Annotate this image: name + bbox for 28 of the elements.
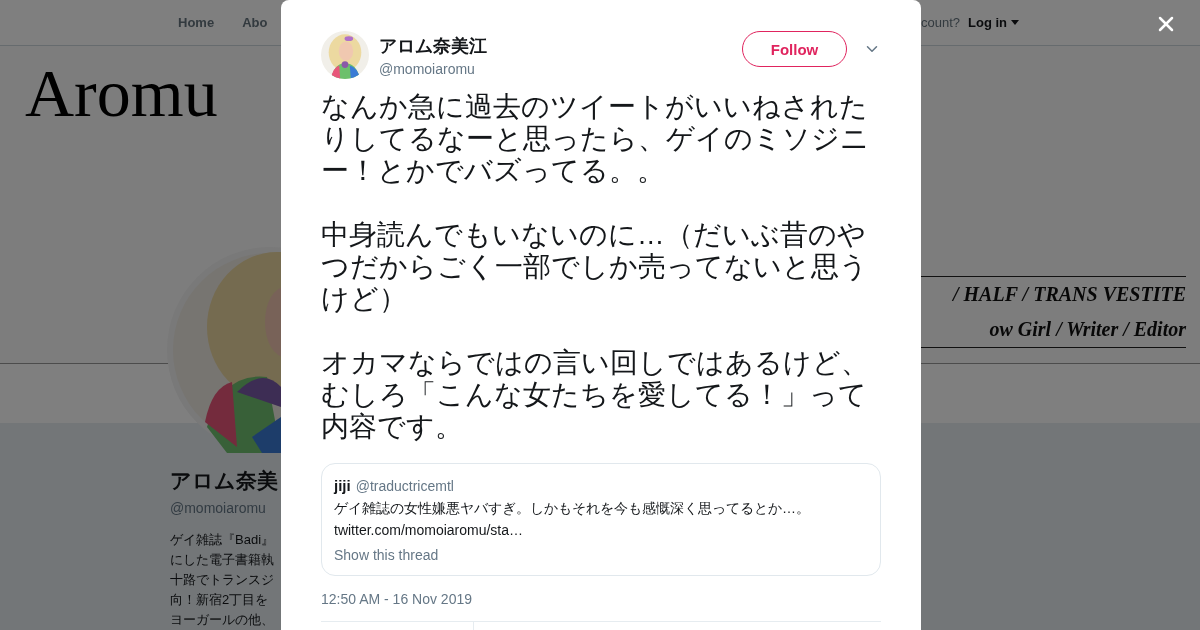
- profile-bio-line: ゲイ雑誌『Badi』: [170, 531, 276, 549]
- author-handle: @momoiaromu: [379, 60, 476, 77]
- tweet-text: オカマならではの言い回しではあるけど、むしろ「こんな女たちを愛してる！」って内容です。: [321, 347, 870, 443]
- quoted-link[interactable]: twitter.com/momoiaromu/sta…: [334, 522, 868, 538]
- banner-tagline: ow Girl / Writer / Editor: [989, 316, 1186, 342]
- tweet-text: なんか急に過去のツイートがいいねされたりしてるなーと思ったら、ゲイのミソジニー！とかでバズってる。。: [321, 91, 870, 187]
- nav-link[interactable]: Abo: [242, 14, 268, 30]
- account-prompt: count?: [921, 14, 961, 30]
- quoted-name: jiji: [334, 477, 351, 494]
- caret-icon: [1011, 19, 1020, 25]
- quoted-text: ゲイ雑誌の女性嫌悪ヤバすぎ。しかもそれを今も感慨深く思ってるとか…。: [334, 500, 811, 518]
- tweet-text: 中身読んでもいないのに…（だいぶ昔のやつだからごく一部でしか売ってないと思うけど）: [321, 219, 869, 315]
- profile-bio-line: ヨーガールの他、: [170, 611, 275, 629]
- timestamp: 12:50 AM - 16 Nov 2019: [321, 591, 473, 607]
- banner-tagline: / HALF / TRANS VESTITE: [952, 281, 1186, 307]
- profile-name: アロム奈美: [170, 468, 279, 494]
- profile-bio-line: 向！新宿2丁目を: [170, 591, 270, 609]
- quoted-tweet[interactable]: jiji @traductricemtl ゲイ雑誌の女性嫌悪ヤバすぎ。しかもそれを今も感慨深く思ってるとか…。 twitter.com/momoiaromu/sta… Show this thread: [321, 463, 881, 576]
- follow-button[interactable]: Follow: [742, 31, 847, 67]
- profile-handle: @momoiaromu: [170, 500, 267, 516]
- author-name: アロム奈美江: [379, 34, 488, 58]
- nav-link[interactable]: Home: [178, 14, 215, 30]
- profile-bio-line: 十路でトランスジ: [170, 571, 275, 589]
- profile-bio-line: にした電子書籍執: [170, 551, 275, 569]
- banner-title: Aromu: [25, 53, 219, 133]
- quoted-handle: @traductricemtl: [355, 478, 454, 494]
- show-thread-link[interactable]: Show this thread: [334, 547, 868, 563]
- login-link[interactable]: Log in: [968, 14, 1008, 30]
